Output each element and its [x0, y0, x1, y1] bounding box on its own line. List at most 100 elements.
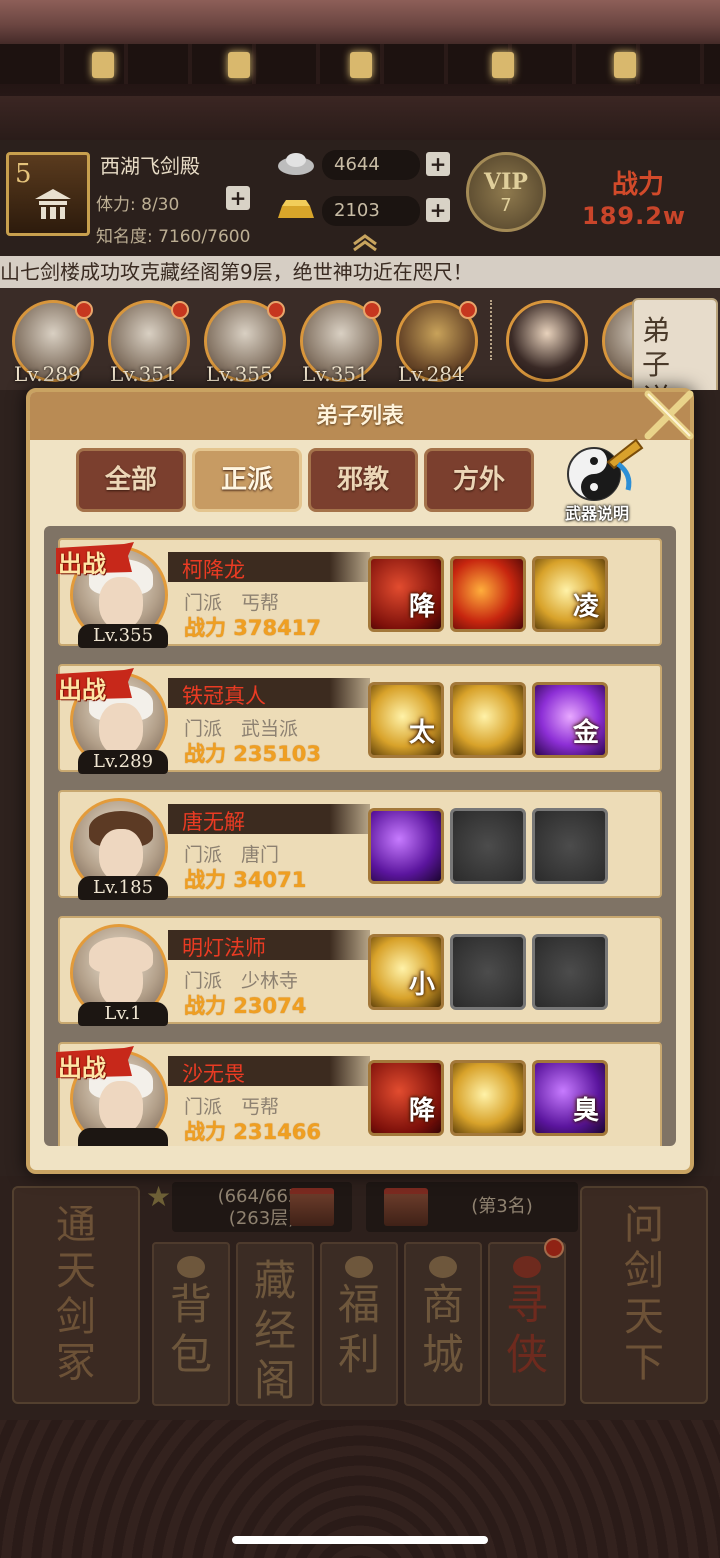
disciple-level: Lv.289: [78, 750, 168, 774]
weapon-info-button[interactable]: 武器说明: [552, 434, 648, 526]
close-icon[interactable]: [640, 386, 698, 444]
menu-label: 寻侠: [505, 1280, 548, 1379]
wenjian-tianxia-button[interactable]: 问剑天下: [580, 1186, 708, 1404]
lantern: [228, 52, 250, 78]
strip-level: Lv.351: [302, 362, 369, 386]
skill-glyph: 凌: [572, 592, 599, 622]
disciple-card[interactable]: 出战 沙无畏 门派 丐帮 战力 231466 降 臭: [56, 1042, 662, 1146]
disciple-card[interactable]: Lv.355 出战 柯降龙 门派 丐帮 战力 378417 降 凌: [56, 538, 662, 648]
lantern: [92, 52, 114, 78]
disciple-name: 柯降龙: [182, 558, 245, 582]
home-indicator[interactable]: [232, 1536, 488, 1544]
strip-level: Lv.289: [14, 362, 81, 386]
deployed-label: 出战: [58, 549, 106, 578]
disciple-name: 唐无解: [182, 810, 245, 834]
gift-box-icon[interactable]: [384, 1188, 428, 1226]
menu-shop-button[interactable]: 商城: [404, 1242, 482, 1406]
gift-box-icon[interactable]: [290, 1188, 334, 1226]
skill-icon[interactable]: [368, 808, 444, 884]
vip-label: VIP: [484, 169, 528, 195]
skill-icon[interactable]: 太: [368, 682, 444, 758]
disciple-list[interactable]: Lv.355 出战 柯降龙 门派 丐帮 战力 378417 降凌 Lv.289 出战 铁冠真人门…: [44, 526, 676, 1146]
disciple-card[interactable]: Lv.185 唐无解 门派 唐门 战力 34071: [58, 790, 662, 900]
disciple-level: Lv.1: [78, 1002, 168, 1026]
strip-level: Lv.355: [206, 362, 273, 386]
silver-ingot-icon: [278, 153, 314, 175]
power-label: 战力: [612, 170, 665, 200]
empty-skill-slot[interactable]: [450, 934, 526, 1010]
news-ticker: 山七剑楼成功攻克藏经阁第9层，绝世神功近在咫尺！: [0, 256, 720, 288]
strip-divider: [490, 300, 494, 360]
skill-icon[interactable]: 凌: [532, 556, 608, 632]
strip-level: Lv.351: [110, 362, 177, 386]
skill-icon[interactable]: [450, 682, 526, 758]
skill-glyph: 金: [572, 718, 599, 748]
strip-avatar[interactable]: [506, 300, 588, 382]
disciple-level: Lv.185: [78, 876, 168, 900]
portrait-face: [99, 955, 143, 1007]
skill-icon[interactable]: 降: [368, 1060, 444, 1136]
skill-icon[interactable]: 臭: [532, 1060, 608, 1136]
modal-titlebar: 弟子列表: [30, 392, 690, 440]
sect-level: 5: [15, 159, 32, 189]
skill-glyph: 小: [408, 970, 435, 1000]
disciple-level: Lv.355: [78, 624, 168, 648]
skill-glyph: 太: [408, 718, 435, 748]
chevron-up-icon[interactable]: [350, 232, 380, 252]
weapon-info-label: 武器说明: [564, 504, 629, 523]
disciple-card[interactable]: Lv.289 出战 铁冠真人 门派 武当派 战力 235103 太 金: [56, 664, 662, 774]
menu-label: 藏经阁: [253, 1256, 296, 1405]
disciple-power: 战力 378417: [184, 616, 321, 640]
disciple-power: 战力 23074: [184, 994, 307, 1018]
sect-badge[interactable]: 5: [6, 152, 90, 236]
disciple-power: 战力 235103: [184, 742, 321, 766]
roof-decoration: [0, 0, 720, 140]
skill-icon[interactable]: [450, 556, 526, 632]
skill-glyph: 降: [408, 1096, 435, 1126]
tab-evil[interactable]: 邪教: [308, 448, 418, 512]
gold-bar-icon: [278, 200, 314, 218]
add-stamina-button[interactable]: +: [226, 186, 250, 210]
talisman-icon: [513, 1256, 541, 1278]
notification-dot: [75, 301, 93, 319]
disciple-level: [78, 1128, 168, 1146]
disciple-sect: 门派 唐门: [184, 844, 280, 866]
menu-recruit-button[interactable]: 寻侠: [488, 1242, 566, 1406]
disciple-name: 铁冠真人: [182, 684, 266, 708]
vip-badge[interactable]: VIP 7: [466, 152, 546, 232]
roof-beam: [0, 96, 720, 140]
menu-label: 商城: [421, 1280, 464, 1379]
skill-icon[interactable]: 小: [368, 934, 444, 1010]
vip-level: 7: [500, 195, 512, 216]
menu-bag-button[interactable]: 背包: [152, 1242, 230, 1406]
tab-outsider[interactable]: 方外: [424, 448, 534, 512]
portrait-face: [99, 1081, 143, 1133]
deployed-label: 出战: [58, 675, 106, 704]
disciple-name: 沙无畏: [182, 1062, 245, 1086]
disciple-card[interactable]: Lv.1 明灯法师 门派 少林寺 战力 23074 小: [58, 916, 662, 1026]
empty-skill-slot[interactable]: [450, 808, 526, 884]
add-gold-button[interactable]: +: [426, 198, 450, 222]
empty-skill-slot[interactable]: [532, 808, 608, 884]
skill-icon[interactable]: [450, 1060, 526, 1136]
empty-skill-slot[interactable]: [532, 934, 608, 1010]
silver-amount: 4644: [322, 150, 420, 180]
pouch-icon: [177, 1256, 205, 1278]
deployed-badge: 出战: [54, 542, 136, 578]
weapon-yin-yang-icon: [567, 438, 644, 501]
disciple-power: 战力 231466: [184, 1120, 321, 1144]
lantern: [614, 52, 636, 78]
tab-all[interactable]: 全部: [76, 448, 186, 512]
menu-welfare-button[interactable]: 福利: [320, 1242, 398, 1406]
tongtian-sword-tomb-button[interactable]: 通天剑冢: [12, 1186, 140, 1404]
skill-icon[interactable]: 降: [368, 556, 444, 632]
menu-library-button[interactable]: 藏经阁: [236, 1242, 314, 1406]
coin-icon: [345, 1256, 373, 1278]
skill-icon[interactable]: 金: [532, 682, 608, 758]
stamina-text: 体力: 8/30: [96, 195, 180, 215]
disciple-sect: 门派 丐帮: [184, 1096, 280, 1118]
tab-righteous[interactable]: 正派: [192, 448, 302, 512]
lantern: [350, 52, 372, 78]
power-value: 189.2w: [582, 202, 687, 230]
add-silver-button[interactable]: +: [426, 152, 450, 176]
